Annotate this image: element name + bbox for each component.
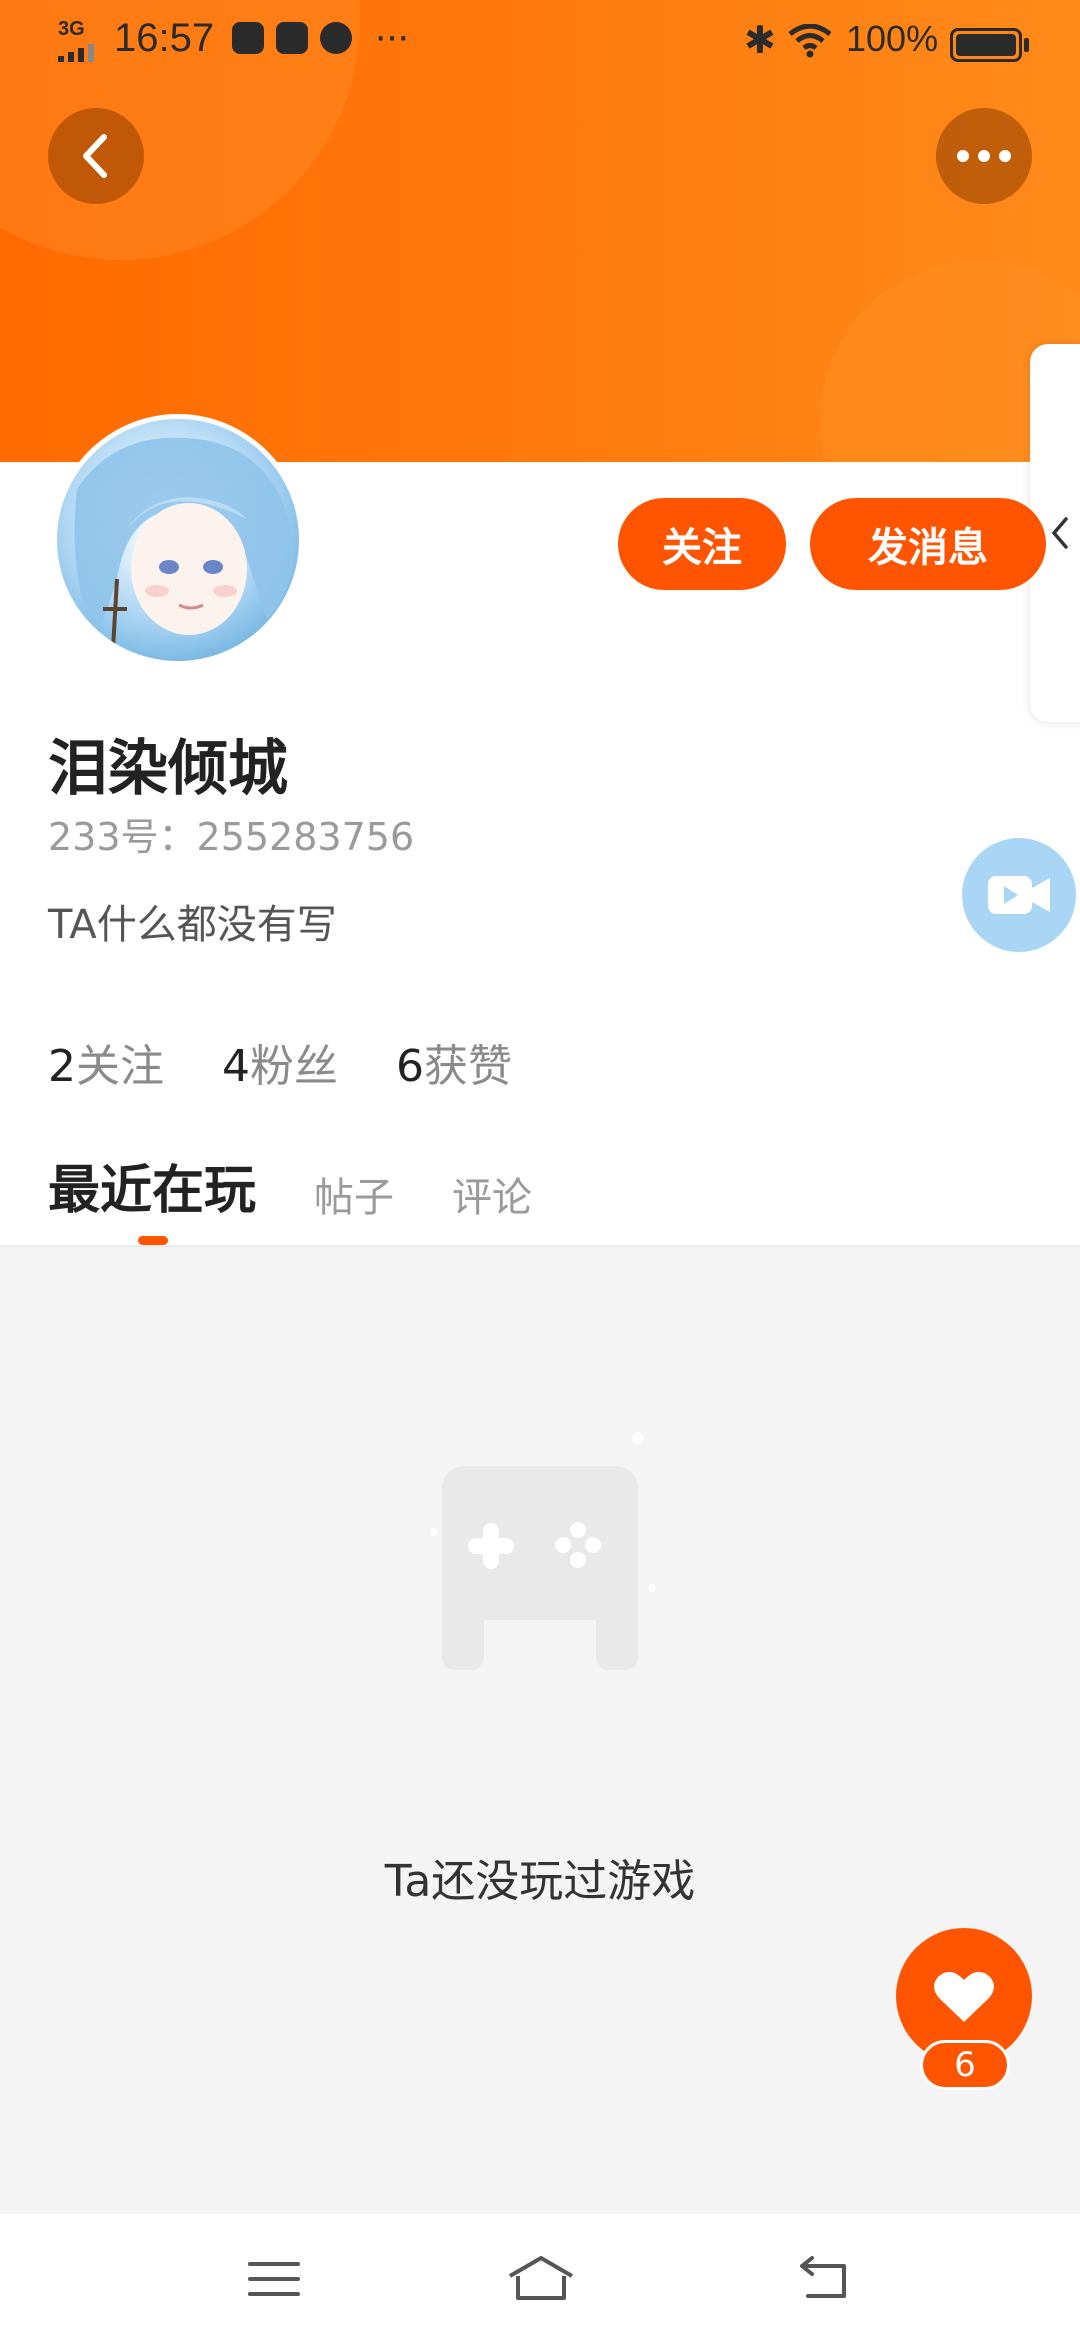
system-nav-bar [0,2214,1080,2340]
back-button[interactable] [48,108,144,204]
avatar[interactable] [52,414,304,666]
stat-label: 粉丝 [250,1041,338,1092]
profile-stats: 2关注 4粉丝 6获赞 [48,1030,512,1094]
tab-posts[interactable]: 帖子 [314,1165,394,1223]
more-dots-icon [957,150,1011,162]
signal-icon [58,44,102,62]
profile-bio: TA什么都没有写 [48,902,337,948]
profile-tabs: 最近在玩 帖子 评论 [48,1148,590,1223]
status-more: ··· [374,14,410,58]
video-button[interactable] [962,838,1076,952]
video-camera-icon [988,876,1050,914]
speed-icon [320,22,352,54]
network-type: 3G [58,18,85,40]
chevron-left-icon [1051,517,1068,549]
active-tab-indicator [138,1236,168,1245]
tab-recent-games[interactable]: 最近在玩 [48,1148,256,1223]
search-app-icon [276,22,308,54]
battery-icon [950,28,1029,62]
back-icon[interactable] [794,2254,854,2304]
battery-percent: 100% [846,18,939,59]
home-icon[interactable] [506,2254,576,2304]
stat-label: 关注 [76,1041,164,1092]
wifi-icon [788,24,832,58]
bluetooth-icon: ✱ [744,18,776,62]
stat-fans[interactable]: 4粉丝 [222,1030,338,1094]
more-options-button[interactable] [936,108,1032,204]
clipboard-icon [232,22,264,54]
chevron-left-icon [83,134,107,178]
follow-button[interactable]: 关注 [618,498,786,590]
profile-id: 233号：255283756 [48,815,415,859]
notification-icons [232,22,352,54]
status-bar: 3G 16:57 ··· ✱ 100% [0,0,1080,84]
menu-icon[interactable] [244,2254,304,2304]
stat-number: 6 [396,1041,424,1092]
stat-number: 2 [48,1041,76,1092]
stat-likes[interactable]: 6获赞 [396,1030,512,1094]
stat-following[interactable]: 2关注 [48,1030,164,1094]
stat-label: 获赞 [424,1041,512,1092]
like-count-badge: 6 [920,2040,1010,2090]
tabs-divider [0,1245,1080,1247]
avatar-illustration [74,437,294,650]
gamepad-icon [430,1432,656,1670]
send-message-button[interactable]: 发消息 [810,498,1046,590]
status-time: 16:57 [114,16,215,60]
empty-state-text: Ta还没玩过游戏 [384,1856,696,1907]
stat-number: 4 [222,1041,250,1092]
profile-name: 泪染倾城 [48,734,288,804]
tab-comments[interactable]: 评论 [452,1165,532,1223]
heart-icon [934,1971,994,2022]
